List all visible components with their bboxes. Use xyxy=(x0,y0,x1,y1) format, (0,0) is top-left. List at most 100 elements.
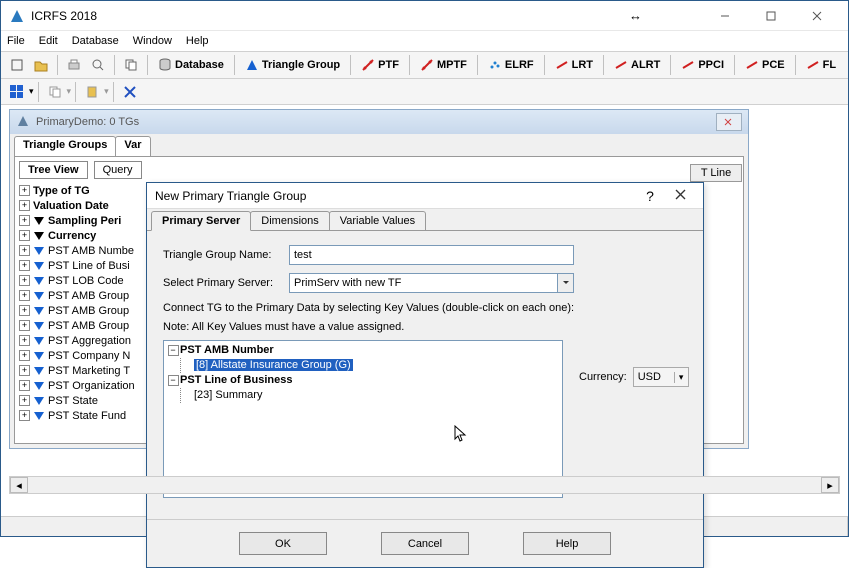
expand-icon[interactable]: + xyxy=(19,200,30,211)
tab-var[interactable]: Var xyxy=(115,136,150,156)
triangle-icon xyxy=(34,232,44,240)
chevron-down-icon xyxy=(557,274,573,292)
menu-file[interactable]: File xyxy=(7,35,25,47)
expand-icon[interactable]: + xyxy=(19,395,30,406)
toolbar-alrt-button[interactable]: ALRT xyxy=(608,58,666,72)
menu-database[interactable]: Database xyxy=(72,35,119,47)
menu-window[interactable]: Window xyxy=(133,35,172,47)
chevron-down-icon: ▾ xyxy=(674,372,688,383)
toolbar-main: Database Triangle Group PTF MPTF ELRF LR… xyxy=(1,51,848,79)
tree-label: PST AMB Group xyxy=(48,305,129,317)
expand-icon[interactable]: + xyxy=(19,350,30,361)
minimize-button[interactable] xyxy=(702,1,748,31)
close-button[interactable] xyxy=(794,1,840,31)
toolbar-database-button[interactable]: Database xyxy=(152,58,230,72)
toolbar-ppci-button[interactable]: PPCI xyxy=(675,58,730,72)
key-node-lob[interactable]: PST Line of Business xyxy=(180,374,292,386)
expand-icon[interactable]: + xyxy=(19,320,30,331)
titlebar: ICRFS 2018 ↔ xyxy=(1,1,848,31)
tree-label: PST Line of Busi xyxy=(48,260,130,272)
scroll-left-icon[interactable]: ◂ xyxy=(10,477,28,493)
triangle-icon xyxy=(34,367,44,375)
t-line-button[interactable]: T Line xyxy=(690,164,742,182)
tree-label: Valuation Date xyxy=(33,200,109,212)
open-icon[interactable] xyxy=(30,54,52,76)
dialog-close-button[interactable] xyxy=(665,189,695,203)
tree-label: PST LOB Code xyxy=(48,275,124,287)
key-node-amb[interactable]: PST AMB Number xyxy=(180,344,274,356)
toolbar-fl-button[interactable]: FL xyxy=(800,58,842,72)
expand-icon[interactable]: + xyxy=(19,290,30,301)
key-values-tree[interactable]: −PST AMB Number [8] Allstate Insurance G… xyxy=(163,340,563,498)
connect-note-2: Note: All Key Values must have a value a… xyxy=(163,320,687,335)
toolbar-pce-button[interactable]: PCE xyxy=(739,58,791,72)
toolbar-lrt-button[interactable]: LRT xyxy=(549,58,599,72)
triangle-icon xyxy=(34,262,44,270)
expand-icon[interactable]: + xyxy=(19,380,30,391)
expand-icon[interactable]: + xyxy=(19,185,30,196)
tree-label: Type of TG xyxy=(33,185,90,197)
collapse-icon[interactable]: − xyxy=(168,345,179,356)
key-value-summary[interactable]: [23] Summary xyxy=(194,389,262,401)
expand-icon[interactable]: + xyxy=(19,275,30,286)
key-value-allstate[interactable]: [8] Allstate Insurance Group (G) xyxy=(194,359,353,371)
toolbar-ptf-button[interactable]: PTF xyxy=(355,58,405,72)
triangle-icon xyxy=(34,322,44,330)
menu-help[interactable]: Help xyxy=(186,35,209,47)
tg-name-input[interactable] xyxy=(289,245,574,265)
workspace: PrimaryDemo: 0 TGs Triangle Groups Var T… xyxy=(1,105,848,516)
resize-handle-icon[interactable]: ↔ xyxy=(629,8,642,23)
triangle-icon xyxy=(34,307,44,315)
view-tab-query[interactable]: Query xyxy=(94,161,142,179)
triangle-icon xyxy=(34,277,44,285)
tree-label: Sampling Peri xyxy=(48,215,121,227)
expand-icon[interactable]: + xyxy=(19,260,30,271)
server-select[interactable]: PrimServ with new TF xyxy=(289,273,574,293)
toolbar-mptf-button[interactable]: MPTF xyxy=(414,58,473,72)
tab-variable-values[interactable]: Variable Values xyxy=(329,211,426,231)
grid-icon[interactable] xyxy=(6,81,28,103)
collapse-icon[interactable]: − xyxy=(168,375,179,386)
tree-label: PST Company N xyxy=(48,350,130,362)
expand-icon[interactable]: + xyxy=(19,305,30,316)
copy-icon[interactable] xyxy=(120,54,142,76)
mdi-close-button[interactable] xyxy=(716,113,742,131)
tree-label: PST AMB Group xyxy=(48,320,129,332)
menu-edit[interactable]: Edit xyxy=(39,35,58,47)
tree-label: PST Aggregation xyxy=(48,335,131,347)
expand-icon[interactable]: + xyxy=(19,230,30,241)
triangle-icon xyxy=(34,382,44,390)
cancel-button[interactable]: Cancel xyxy=(381,532,469,555)
copy2-icon[interactable] xyxy=(44,81,66,103)
expand-icon[interactable]: + xyxy=(19,335,30,346)
currency-select[interactable]: USD ▾ xyxy=(633,367,689,387)
toolbar-elrf-button[interactable]: ELRF xyxy=(482,58,540,72)
dialog-help-button[interactable]: ? xyxy=(635,188,665,204)
ok-button[interactable]: OK xyxy=(239,532,327,555)
preview-icon[interactable] xyxy=(87,54,109,76)
toolbar-triangle-group-button[interactable]: Triangle Group xyxy=(239,58,346,72)
new-icon[interactable] xyxy=(6,54,28,76)
expand-icon[interactable]: + xyxy=(19,215,30,226)
help-button[interactable]: Help xyxy=(523,532,611,555)
expand-icon[interactable]: + xyxy=(19,365,30,376)
print-icon[interactable] xyxy=(63,54,85,76)
paste-icon[interactable] xyxy=(81,81,103,103)
toolbar-secondary: ▾ ▾ ▾ xyxy=(1,79,848,105)
view-tab-tree[interactable]: Tree View xyxy=(19,161,88,179)
expand-icon[interactable]: + xyxy=(19,245,30,256)
horizontal-scrollbar[interactable]: ◂ ▸ xyxy=(9,476,840,494)
scroll-right-icon[interactable]: ▸ xyxy=(821,477,839,493)
tab-dimensions[interactable]: Dimensions xyxy=(250,211,329,231)
currency-value: USD xyxy=(634,371,674,383)
maximize-button[interactable] xyxy=(748,1,794,31)
app-icon xyxy=(9,8,25,24)
tab-primary-server[interactable]: Primary Server xyxy=(151,211,251,231)
tree-label: PST AMB Group xyxy=(48,290,129,302)
tab-triangle-groups[interactable]: Triangle Groups xyxy=(14,136,116,156)
triangle-icon xyxy=(34,217,44,225)
triangle-icon xyxy=(34,412,44,420)
expand-icon[interactable]: + xyxy=(19,410,30,421)
menubar: File Edit Database Window Help xyxy=(1,31,848,51)
delete-icon[interactable] xyxy=(119,81,141,103)
